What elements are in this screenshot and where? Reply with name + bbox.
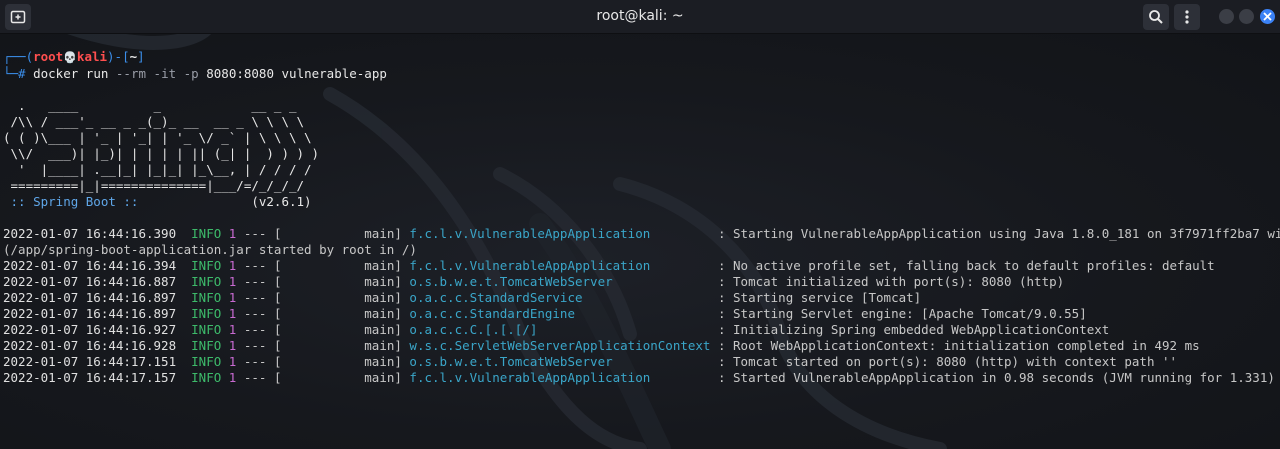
log-level: INFO [191, 226, 222, 241]
log-message: : Starting VulnerableAppApplication usin… [710, 226, 1280, 241]
log-message: : Starting Servlet engine: [Apache Tomca… [710, 306, 1087, 321]
prompt-mid: )-[ [107, 49, 130, 64]
log-thread: --- [ main] [236, 226, 410, 241]
banner-line-2: /\\ / ___'_ __ _ _(_)_ __ __ _ \ \ \ \ [3, 114, 305, 129]
prompt-close: ] [137, 49, 145, 64]
prompt-hash: └─# [3, 66, 26, 81]
log-message: : Initializing Spring embedded WebApplic… [710, 322, 1110, 337]
log-level: INFO [191, 290, 222, 305]
cmd-program: docker [33, 66, 79, 81]
log-timestamp: 2022-01-07 16:44:16.887 [3, 274, 177, 289]
spring-boot-label: :: Spring Boot :: [3, 194, 146, 209]
log-level: INFO [191, 274, 222, 289]
log-line: 2022-01-07 16:44:17.151 INFO 1 --- [ mai… [3, 354, 1177, 370]
log-line-continuation: (/app/spring-boot-application.jar starte… [3, 242, 417, 257]
log-level: INFO [191, 354, 222, 369]
menu-button[interactable] [1174, 4, 1200, 30]
log-thread: --- [ main] [236, 306, 410, 321]
prompt-user: root [33, 49, 64, 64]
log-message: : Tomcat initialized with port(s): 8080 … [710, 274, 1065, 289]
cmd-opt-it: -it [153, 66, 177, 81]
log-logger: o.a.c.c.C.[.[.[/] [409, 322, 711, 337]
log-timestamp: 2022-01-07 16:44:16.394 [3, 258, 177, 273]
log-thread: --- [ main] [236, 370, 410, 385]
new-tab-icon [10, 10, 26, 24]
banner-line-3: ( ( )\___ | '_ | '_| | '_ \/ _` | \ \ \ … [3, 130, 312, 145]
log-line: 2022-01-07 16:44:16.897 INFO 1 --- [ mai… [3, 290, 921, 306]
log-timestamp: 2022-01-07 16:44:16.897 [3, 290, 177, 305]
cmd-opt-p: -p [183, 66, 199, 81]
minimize-button[interactable] [1219, 9, 1234, 24]
log-thread: --- [ main] [236, 290, 410, 305]
banner-line-6: =========|_|==============|___/=/_/_/_/ [3, 178, 305, 193]
log-thread: --- [ main] [236, 258, 410, 273]
terminal-output[interactable]: ┌──(root💀kali)-[~] └─# docker run --rm -… [0, 34, 1280, 449]
log-level: INFO [191, 338, 222, 353]
log-logger: o.s.b.w.e.t.TomcatWebServer [409, 274, 711, 289]
log-line: 2022-01-07 16:44:16.394 INFO 1 --- [ mai… [3, 258, 1215, 274]
log-level: INFO [191, 306, 222, 321]
log-thread: --- [ main] [236, 354, 410, 369]
prompt-dir: ~ [129, 49, 138, 64]
log-line: 2022-01-07 16:44:16.927 INFO 1 --- [ mai… [3, 322, 1109, 338]
cmd-opt-rm: --rm [115, 66, 147, 81]
command-line: └─# docker run --rm -it -p 8080:8080 vul… [3, 66, 387, 82]
maximize-button[interactable] [1239, 9, 1254, 24]
log-line: 2022-01-07 16:44:16.887 INFO 1 --- [ mai… [3, 274, 1064, 290]
log-line: 2022-01-07 16:44:17.157 INFO 1 --- [ mai… [3, 370, 1275, 386]
log-thread: --- [ main] [236, 274, 410, 289]
close-icon [1263, 12, 1272, 21]
log-line: 2022-01-07 16:44:16.390 INFO 1 --- [ mai… [3, 226, 1280, 242]
log-message: : No active profile set, falling back to… [710, 258, 1215, 273]
log-timestamp: 2022-01-07 16:44:17.157 [3, 370, 177, 385]
terminal-window: root@kali: ~ ┌──(root💀kali)-[~] └─# dock… [0, 0, 1280, 449]
search-icon [1149, 10, 1163, 24]
log-logger: f.c.l.v.VulnerableAppApplication [409, 370, 711, 385]
kebab-menu-icon [1185, 10, 1189, 24]
log-timestamp: 2022-01-07 16:44:16.928 [3, 338, 177, 353]
log-timestamp: 2022-01-07 16:44:16.927 [3, 322, 177, 337]
log-thread: --- [ main] [236, 322, 410, 337]
log-level: INFO [191, 370, 222, 385]
spring-boot-version: (v2.6.1) [146, 194, 312, 209]
log-line: 2022-01-07 16:44:16.897 INFO 1 --- [ mai… [3, 306, 1087, 322]
search-button[interactable] [1143, 4, 1169, 30]
cmd-sub: run [85, 66, 109, 81]
log-line: 2022-01-07 16:44:16.928 INFO 1 --- [ mai… [3, 338, 1200, 354]
log-message: : Started VulnerableAppApplication in 0.… [710, 370, 1275, 385]
cmd-image: vulnerable-app [281, 66, 387, 81]
banner-line-5: ' |____| .__|_| |_|_| |_\__, | / / / / [3, 162, 312, 177]
skull-icon: 💀 [63, 51, 77, 64]
log-logger: f.c.l.v.VulnerableAppApplication [409, 258, 711, 273]
log-logger: o.a.c.c.StandardService [409, 290, 711, 305]
banner-line-1: . ____ _ __ _ _ [3, 98, 297, 113]
log-timestamp: 2022-01-07 16:44:17.151 [3, 354, 177, 369]
new-tab-button[interactable] [5, 4, 31, 30]
banner-line-4: \\/ ___)| |_)| | | | | || (_| | ) ) ) ) [3, 146, 320, 161]
log-message: : Root WebApplicationContext: initializa… [710, 338, 1200, 353]
title-bar: root@kali: ~ [0, 0, 1280, 34]
prompt-line: ┌──(root💀kali)-[~] [3, 49, 145, 65]
window-title: root@kali: ~ [596, 8, 684, 24]
cmd-port-map: 8080:8080 [206, 66, 274, 81]
log-message: : Starting service [Tomcat] [710, 290, 922, 305]
log-level: INFO [191, 258, 222, 273]
log-thread: --- [ main] [236, 338, 410, 353]
log-level: INFO [191, 322, 222, 337]
log-logger: o.a.c.c.StandardEngine [409, 306, 711, 321]
log-logger: o.s.b.w.e.t.TomcatWebServer [409, 354, 711, 369]
log-logger: w.s.c.ServletWebServerApplicationContext [409, 338, 711, 353]
log-message: : Tomcat started on port(s): 8080 (http)… [710, 354, 1178, 369]
spring-boot-version-line: :: Spring Boot :: (v2.6.1) [3, 194, 312, 210]
log-logger: f.c.l.v.VulnerableAppApplication [409, 226, 711, 241]
prompt-open: ┌──( [3, 49, 34, 64]
prompt-host: kali [76, 49, 108, 64]
close-button[interactable] [1260, 9, 1275, 24]
log-timestamp: 2022-01-07 16:44:16.390 [3, 226, 177, 241]
log-timestamp: 2022-01-07 16:44:16.897 [3, 306, 177, 321]
